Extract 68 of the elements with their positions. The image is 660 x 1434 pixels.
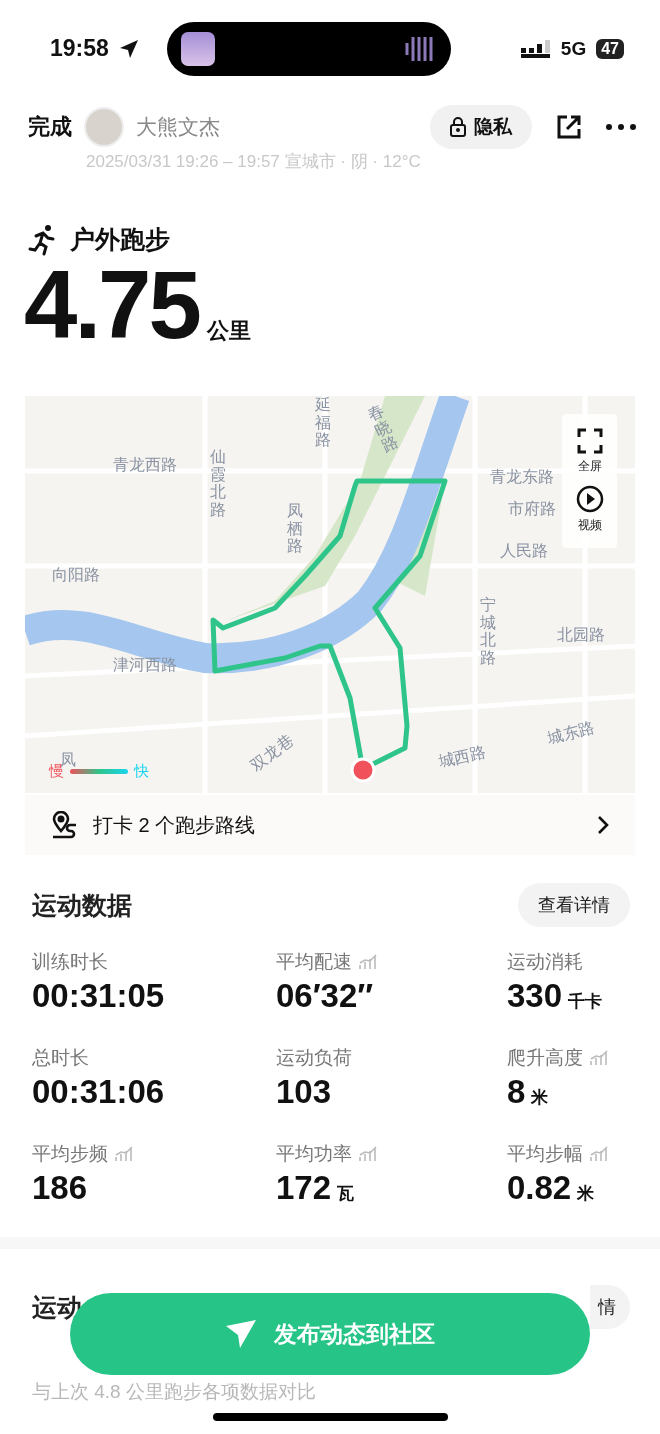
stat-value: 00:31:05	[32, 977, 165, 1015]
road-label: 双龙巷	[247, 731, 297, 775]
fullscreen-icon	[576, 428, 603, 454]
stat-value: 00:31:06	[32, 1073, 165, 1111]
battery-percent: 47	[596, 38, 624, 59]
start-point	[350, 757, 376, 783]
road-label: 人民路	[500, 542, 548, 560]
route-checkin-row[interactable]: 打卡 2 个跑步路线	[25, 795, 635, 855]
paper-plane-icon	[225, 1320, 256, 1348]
fullscreen-button[interactable]: 全屏	[576, 428, 603, 475]
stat-value: 8	[507, 1073, 526, 1111]
details-button[interactable]: 情	[590, 1285, 630, 1329]
stat-value: 330	[507, 977, 563, 1015]
stat-value: 06′32″	[276, 977, 374, 1015]
road-label: 仙霞北路	[210, 448, 226, 519]
comparison-subtitle: 与上次 4.8 公里跑步各项数据对比	[32, 1380, 316, 1404]
stat-unit: 米	[577, 1183, 595, 1205]
more-button[interactable]	[606, 124, 636, 130]
stat-label: 爬升高度	[507, 1046, 583, 1070]
stat-label: 平均功率	[276, 1142, 352, 1166]
lock-icon	[450, 117, 466, 137]
road-label: 青龙东路	[490, 468, 554, 486]
clock-time: 19:58	[50, 35, 109, 62]
road-label: 凤栖路	[287, 502, 303, 555]
road-label: 市府路	[508, 500, 556, 518]
stat-value: 186	[32, 1169, 88, 1207]
stat-unit: 米	[531, 1087, 549, 1109]
stat-label: 运动负荷	[276, 1046, 352, 1070]
video-button[interactable]: 视频	[575, 485, 604, 534]
road-label: 津河西路	[113, 656, 177, 674]
road-label: 春晓路	[364, 401, 402, 456]
fast-label: 快	[134, 762, 149, 781]
distance-unit: 公里	[206, 317, 251, 345]
album-art-placeholder	[180, 31, 215, 66]
share-button[interactable]	[556, 114, 582, 140]
road-label: 宁城北路	[480, 596, 496, 667]
road-label: 向阳路	[52, 566, 100, 584]
workout-type: 户外跑步	[70, 224, 170, 255]
section-title: 运动数据	[32, 889, 132, 921]
stat-value: 0.82	[507, 1169, 572, 1207]
stat-label: 平均配速	[276, 950, 352, 974]
signal-icon	[520, 39, 551, 58]
location-arrow-icon	[118, 38, 139, 59]
road-label: 青龙西路	[113, 456, 177, 474]
road-label: 延福路	[315, 396, 331, 449]
road-label: 城东路	[545, 718, 597, 748]
network-label: 5G	[560, 37, 587, 60]
route-map[interactable]: 延福路 春晓路 仙霞北路 青龙西路 青龙东路 市府路 人民路 凤栖路 向阳路 宁城北路 北园路 津河西路 双龙巷 城西路 城东路 凤 全屏 视频 慢 快	[25, 396, 635, 793]
stat-unit: 瓦	[337, 1183, 355, 1205]
stat-label: 训练时长	[32, 950, 108, 974]
pace-gradient-bar	[70, 769, 128, 774]
details-button[interactable]: 查看详情	[518, 883, 630, 927]
done-button[interactable]: 完成	[28, 112, 72, 142]
stat-value: 103	[276, 1073, 332, 1111]
play-icon	[575, 485, 604, 513]
stat-label: 运动消耗	[507, 950, 583, 974]
stat-label: 总时长	[32, 1046, 89, 1070]
avatar	[84, 107, 124, 147]
stat-unit: 千卡	[568, 991, 603, 1013]
stat-value: 172	[276, 1169, 332, 1207]
road-label: 城西路	[436, 743, 488, 771]
stat-label: 平均步幅	[507, 1142, 583, 1166]
stat-label: 平均步频	[32, 1142, 108, 1166]
privacy-button[interactable]: 隐私	[430, 105, 532, 149]
road-label: 北园路	[557, 626, 605, 644]
user-name: 大熊文杰	[136, 114, 221, 140]
route-pin-icon	[51, 811, 79, 839]
chevron-right-icon	[597, 815, 609, 835]
